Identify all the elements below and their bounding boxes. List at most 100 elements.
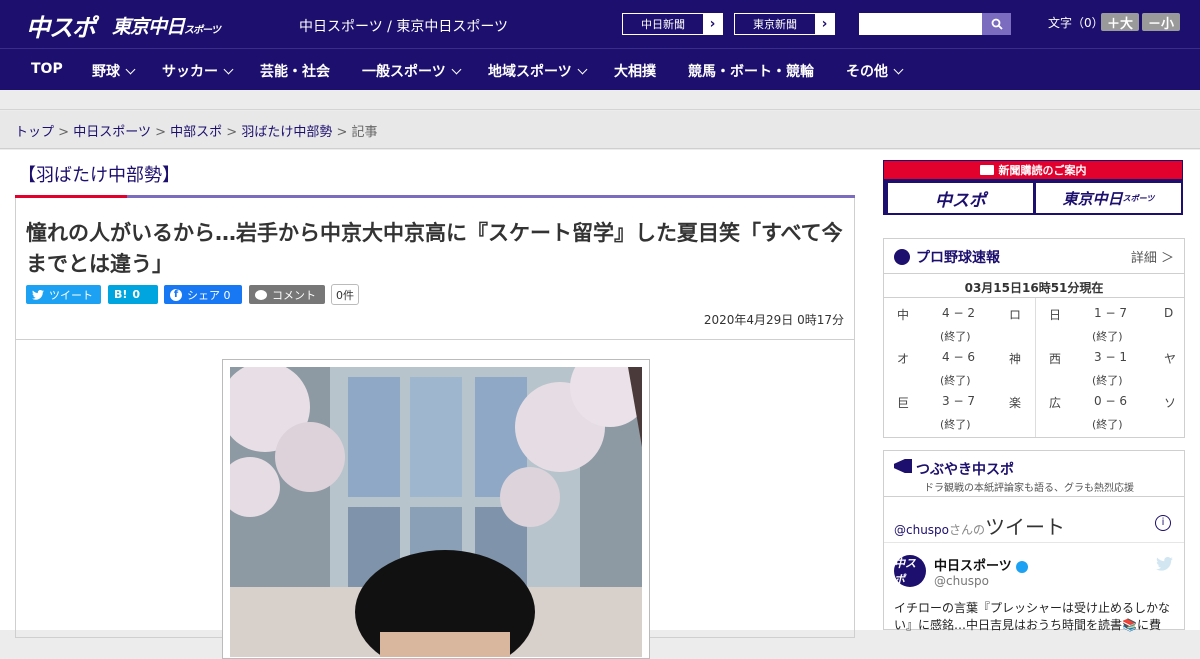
- article-date: 2020年4月29日 0時17分: [703, 313, 844, 327]
- timeline-divider: [884, 542, 1184, 543]
- tokyo-chunichi-logo[interactable]: 東京中日スポーツ: [112, 12, 221, 39]
- timeline-heading: @chuspoさんのツイート: [894, 511, 1065, 540]
- avatar[interactable]: 中スポ: [894, 555, 926, 587]
- breadcrumb-sep: >: [58, 125, 70, 140]
- nav-label: サッカー: [162, 64, 218, 80]
- chevron-right-icon: ›: [821, 16, 828, 32]
- main-nav: TOP 野球 サッカー 芸能・社会 一般スポーツ 地域スポーツ 大相撲 競馬・ボ…: [0, 48, 1200, 90]
- subscription-header: 新聞購読のご案内: [884, 161, 1182, 179]
- nav-label: 一般スポーツ: [362, 64, 446, 80]
- baseball-detail-link[interactable]: 詳細 ＞: [1131, 247, 1174, 266]
- search-box: [859, 13, 1011, 35]
- paper-link-label: 東京新聞: [735, 14, 815, 34]
- game-status: (終了): [1092, 330, 1123, 343]
- subscribe-chuspo-logo[interactable]: 中スポ: [888, 183, 1033, 213]
- breadcrumb-current: 記事: [351, 125, 378, 140]
- tweet-label: ツイート: [49, 288, 93, 302]
- article-category[interactable]: 【羽ばたけ中部勢】: [18, 161, 180, 187]
- score: 3 − 1: [1094, 350, 1127, 364]
- game-score[interactable]: 日 1 − 7 D (終了): [1036, 306, 1186, 350]
- tweet-text[interactable]: イチローの言葉『プレッシャーは受け止めるしかない』に感銘…中日吉見はおうち時間を…: [894, 600, 1176, 634]
- article: 憧れの人がいるから…岩手から中京大中京高に『スケート留学』した夏目笑「すべて今ま…: [15, 198, 855, 659]
- chevron-down-icon: [125, 64, 136, 75]
- subscription-banner[interactable]: 新聞購読のご案内 中スポ 東京中日 スポーツ: [883, 160, 1183, 215]
- nav-item-local-sports[interactable]: 地域スポーツ: [488, 61, 588, 81]
- score: 4 − 6: [942, 350, 975, 364]
- nav-item-entertainment[interactable]: 芸能・社会: [260, 61, 330, 81]
- game-score[interactable]: オ 4 − 6 神 (終了): [884, 350, 1034, 394]
- pro-baseball-scores: プロ野球速報 詳細 ＞ 03月15日16時51分現在 中 4 − 2 ロ (終了) 日…: [883, 238, 1185, 438]
- home-team: オ: [897, 352, 910, 366]
- home-team: 西: [1049, 352, 1062, 366]
- game-score[interactable]: 中 4 − 2 ロ (終了): [884, 306, 1034, 350]
- tweet-button[interactable]: ツイート: [26, 285, 101, 304]
- nav-label: 野球: [92, 64, 120, 80]
- article-photo[interactable]: [222, 359, 650, 659]
- nav-item-soccer[interactable]: サッカー: [162, 61, 234, 81]
- info-icon[interactable]: i: [1155, 515, 1171, 531]
- subscribe-tokyo-logo-small: スポーツ: [1122, 193, 1155, 203]
- nav-item-top[interactable]: TOP: [31, 61, 63, 77]
- twitter-title: つぶやき中スポ: [916, 462, 1014, 478]
- breadcrumb-sep: >: [336, 125, 348, 140]
- timeline-label: ツイート: [985, 515, 1066, 539]
- tokyo-shimbun-link[interactable]: 東京新聞 ›: [734, 13, 835, 35]
- game-status: (終了): [940, 330, 971, 343]
- site-title[interactable]: 中日スポーツ / 東京中日スポーツ: [299, 16, 508, 36]
- article-title: 憧れの人がいるから…岩手から中京大中京高に『スケート留学』した夏目笑「すべて今ま…: [26, 221, 843, 276]
- tokyo-logo-small: スポーツ: [184, 25, 221, 36]
- game-status: (終了): [940, 374, 971, 387]
- comment-count[interactable]: 0件: [331, 284, 359, 305]
- breadcrumb-chunichi-sports[interactable]: 中日スポーツ: [73, 125, 151, 140]
- breadcrumb-top[interactable]: トップ: [15, 125, 54, 140]
- nav-item-other[interactable]: その他: [846, 61, 904, 81]
- search-button[interactable]: [982, 13, 1011, 35]
- font-smaller-button[interactable]: －小: [1142, 13, 1180, 32]
- game-score[interactable]: 西 3 − 1 ヤ (終了): [1036, 350, 1186, 394]
- twitter-subtitle: ドラ観戦の本紙評論家も語る、グラも熱烈応援: [924, 483, 1134, 494]
- away-team: D: [1164, 306, 1174, 320]
- nav-item-racing[interactable]: 競馬・ボート・競輪: [688, 61, 814, 81]
- game-score[interactable]: 巨 3 − 7 楽 (終了): [884, 394, 1034, 438]
- photo-illustration: [230, 367, 642, 657]
- font-size-label: 文字（0）: [1048, 16, 1104, 30]
- nav-label: 競馬・ボート・競輪: [688, 64, 814, 80]
- font-larger-button[interactable]: ＋大: [1101, 13, 1139, 32]
- search-icon: [991, 18, 1003, 30]
- facebook-share-button[interactable]: f シェア 0: [164, 285, 242, 304]
- hatena-icon: B!: [114, 288, 128, 301]
- breadcrumb-habatake[interactable]: 羽ばたけ中部勢: [241, 125, 332, 140]
- account-link[interactable]: @chuspo: [894, 523, 949, 537]
- nav-item-baseball[interactable]: 野球: [92, 61, 136, 81]
- home-team: 中: [897, 308, 910, 322]
- away-team: 楽: [1009, 396, 1022, 410]
- hatena-button[interactable]: B! 0: [108, 285, 158, 304]
- twitter-bird-icon[interactable]: [1156, 557, 1173, 571]
- photo-image: [230, 367, 642, 657]
- chuspo-logo[interactable]: 中スポ: [26, 8, 96, 43]
- baseball-icon: [894, 249, 910, 265]
- chunichi-shimbun-link[interactable]: 中日新聞 ›: [622, 13, 723, 35]
- away-team: ロ: [1009, 308, 1022, 322]
- baseball-header: プロ野球速報 詳細 ＞: [884, 239, 1184, 274]
- breadcrumb-sep: >: [155, 125, 166, 140]
- tweet-author-name[interactable]: 中日スポーツ: [934, 555, 1029, 574]
- subscribe-tokyo-logo-text: 東京中日: [1062, 189, 1123, 208]
- nav-item-sumo[interactable]: 大相撲: [614, 61, 656, 81]
- game-score[interactable]: 広 0 − 6 ソ (終了): [1036, 394, 1186, 438]
- breadcrumb-chubu-spo[interactable]: 中部スポ: [170, 125, 222, 140]
- nav-item-general-sports[interactable]: 一般スポーツ: [362, 61, 462, 81]
- twitter-icon: [32, 289, 44, 300]
- top-bar: 中スポ 東京中日スポーツ 中日スポーツ / 東京中日スポーツ 中日新聞 › 東京新…: [0, 0, 1200, 48]
- subscribe-tokyo-logo[interactable]: 東京中日 スポーツ: [1036, 183, 1181, 213]
- baseball-time: 03月15日16時51分現在: [884, 274, 1184, 298]
- main-content: 【羽ばたけ中部勢】 憧れの人がいるから…岩手から中京大中京高に『スケート留学』し…: [0, 150, 1200, 659]
- game-status: (終了): [1092, 374, 1123, 387]
- home-team: 広: [1049, 396, 1062, 410]
- score: 0 − 6: [1094, 394, 1127, 408]
- search-input[interactable]: [859, 13, 982, 35]
- comment-button[interactable]: コメント: [249, 285, 325, 304]
- sub-nav-strip: [0, 90, 1200, 110]
- away-team: ヤ: [1164, 352, 1177, 366]
- tweet-author-handle[interactable]: @chuspo: [934, 574, 989, 588]
